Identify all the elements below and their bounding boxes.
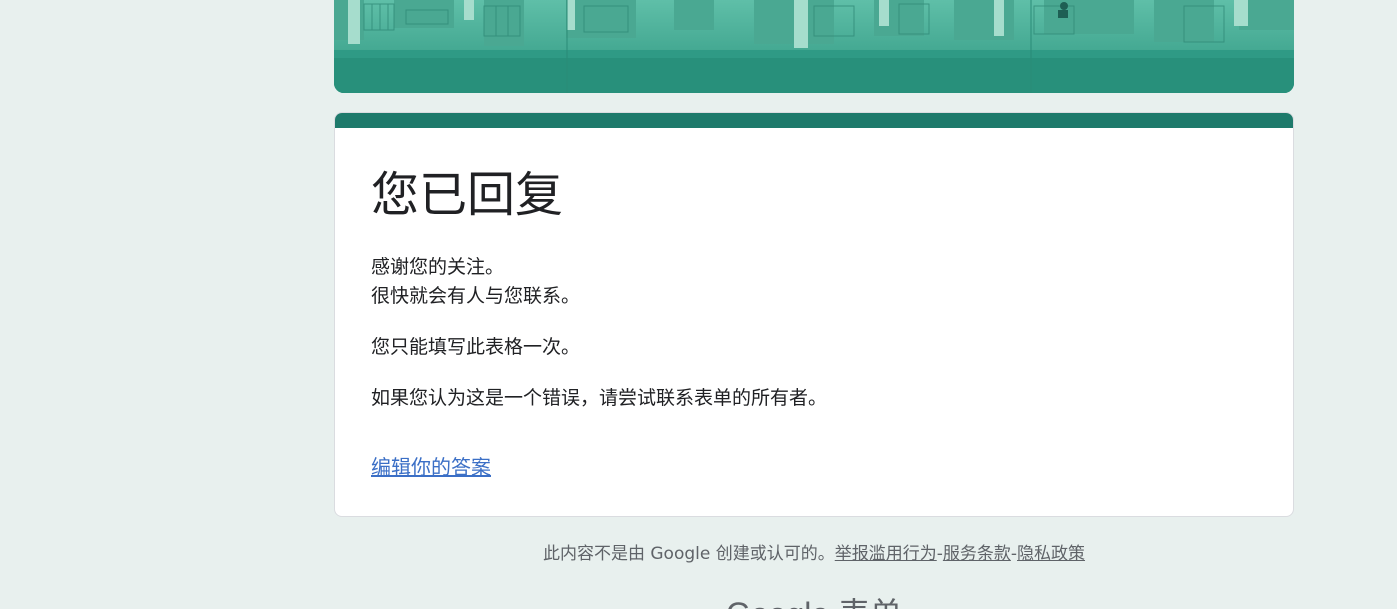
thanks-line-2: 很快就会有人与您联系。 bbox=[371, 285, 581, 307]
form-response-page: 您已回复 感谢您的关注。 很快就会有人与您联系。 您只能填写此表格一次。 如果您… bbox=[0, 0, 1397, 609]
confirmation-card: 您已回复 感谢您的关注。 很快就会有人与您联系。 您只能填写此表格一次。 如果您… bbox=[334, 112, 1294, 517]
city-skyline-illustration bbox=[334, 0, 1294, 93]
card-body: 您已回复 感谢您的关注。 很快就会有人与您联系。 您只能填写此表格一次。 如果您… bbox=[371, 165, 1257, 481]
card-theme-bar bbox=[335, 113, 1293, 128]
terms-of-service-link[interactable]: 服务条款 bbox=[943, 544, 1011, 564]
once-notice: 您只能填写此表格一次。 bbox=[371, 336, 581, 358]
footer: 此内容不是由 Google 创建或认可的。举报滥用行为-服务条款-隐私政策 bbox=[334, 541, 1294, 567]
footer-disclaimer: 此内容不是由 Google 创建或认可的。 bbox=[542, 544, 835, 564]
privacy-policy-link[interactable]: 隐私政策 bbox=[1017, 544, 1085, 564]
page-title: 您已回复 bbox=[371, 167, 564, 223]
thanks-line-1: 感谢您的关注。 bbox=[371, 256, 505, 278]
header-banner-image bbox=[334, 0, 1294, 93]
google-forms-logo[interactable]: Google 表单 bbox=[334, 594, 1294, 609]
error-notice: 如果您认为这是一个错误，请尝试联系表单的所有者。 bbox=[371, 387, 828, 409]
edit-response-link[interactable]: 编辑你的答案 bbox=[371, 453, 491, 481]
thanks-message: 感谢您的关注。 很快就会有人与您联系。 bbox=[371, 253, 1257, 311]
report-abuse-link[interactable]: 举报滥用行为 bbox=[835, 544, 937, 564]
